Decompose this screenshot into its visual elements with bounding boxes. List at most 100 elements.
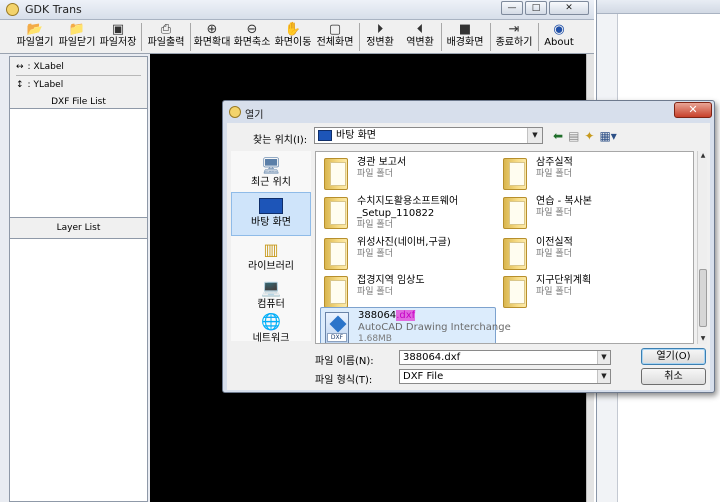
computer-icon: 💻: [261, 278, 281, 297]
place-recent[interactable]: 🖥 최근 위치: [231, 153, 311, 197]
file-name-base: 388064: [358, 310, 397, 321]
scroll-up-icon[interactable]: ▲: [699, 151, 707, 161]
folder-icon: [324, 158, 348, 190]
list-item[interactable]: 접경지역 임상도 파일 폴더: [324, 272, 494, 312]
toolbar-separator: [190, 23, 191, 51]
background-window-titlebar: [597, 0, 720, 14]
close-window-button[interactable]: ✕: [549, 1, 589, 15]
folder-icon: [503, 197, 527, 229]
filetype-select[interactable]: DXF File ▼: [399, 369, 611, 384]
place-desktop[interactable]: 바탕 화면: [231, 192, 311, 236]
place-network[interactable]: 🌐 네트워크: [231, 309, 311, 353]
save-file-label: 파일저장: [99, 37, 137, 48]
app-icon: [6, 3, 19, 16]
file-name: 연습 - 복사본: [536, 196, 592, 207]
maximize-button[interactable]: □: [525, 1, 547, 15]
y-arrows-icon: ↕: [16, 80, 24, 90]
close-file-label: 파일닫기: [58, 37, 96, 48]
look-in-dropdown[interactable]: 바탕 화면 ▼: [314, 127, 543, 144]
new-folder-icon[interactable]: ✦: [584, 129, 594, 143]
file-list: 경관 보고서 파일 폴더 수치지도활용소프트웨어 _Setup_110822 파…: [315, 151, 694, 344]
filename-input[interactable]: 388064.dxf ▼: [399, 350, 611, 365]
scroll-thumb[interactable]: [699, 269, 707, 327]
open-file-label: 파일열기: [16, 37, 54, 48]
exit-icon: ⇥: [508, 22, 520, 37]
file-type: 파일 폴더: [357, 287, 393, 297]
xlabel-row[interactable]: ↔: XLabel: [16, 59, 141, 75]
up-folder-icon[interactable]: ▤: [568, 129, 579, 143]
look-in-value: 바탕 화면: [336, 130, 376, 141]
file-name: 경관 보고서: [357, 157, 407, 168]
list-item[interactable]: 이전실적 파일 폴더: [503, 234, 673, 274]
toolbar-separator: [538, 23, 539, 51]
inverse-transform-button[interactable]: ⏴ 역변환: [402, 22, 438, 52]
back-icon[interactable]: ⬅: [553, 129, 563, 143]
screen: GDK Trans — □ ✕ 📂 파일열기 📁 파일닫기 ▣ 파일저장 ⎙ 파…: [0, 0, 720, 502]
list-item[interactable]: 지구단위계획 파일 폴더: [503, 272, 673, 312]
hand-icon: ✋: [284, 22, 302, 37]
background-button[interactable]: ■ 배경화면: [444, 22, 486, 52]
file-name-line2: _Setup_110822: [357, 208, 435, 219]
forward-transform-button[interactable]: ⏵ 정변환: [362, 22, 398, 52]
selected-file-name: 388064.dxf: [358, 310, 416, 322]
zoom-in-button[interactable]: ⊕ 화면확대: [192, 22, 232, 52]
view-menu-icon[interactable]: ▦▾: [599, 129, 616, 143]
label-settings: ↔: XLabel ↕: YLabel DXF File List: [10, 57, 147, 109]
places-bar: 🖥 최근 위치 바탕 화면 ▥ 라이브러리 💻 컴퓨터 🌐 네트워크: [231, 151, 311, 344]
open-file-button[interactable]: 📂 파일열기: [14, 22, 56, 52]
exit-button[interactable]: ⇥ 종료하기: [492, 22, 536, 52]
list-item[interactable]: 경관 보고서 파일 폴더: [324, 154, 494, 194]
look-in-label: 찾는 위치(I):: [253, 135, 308, 146]
exit-label: 종료하기: [495, 37, 533, 48]
x-arrows-icon: ↔: [16, 62, 24, 72]
dialog-title: 열기: [245, 110, 264, 121]
file-type: 파일 폴더: [536, 169, 572, 179]
list-item[interactable]: 삼주실적 파일 폴더: [503, 154, 673, 194]
background-icon: ■: [458, 22, 472, 37]
forward-transform-label: 정변환: [366, 37, 394, 48]
print-file-button[interactable]: ⎙ 파일출력: [145, 22, 187, 52]
print-icon: ⎙: [160, 22, 172, 37]
ylabel-text: : YLabel: [27, 80, 64, 90]
pan-button[interactable]: ✋ 화면이동: [273, 22, 313, 52]
list-item[interactable]: 위성사진(네이버,구글) 파일 폴더: [324, 234, 494, 274]
chevron-down-icon[interactable]: ▼: [597, 370, 610, 383]
dialog-app-icon: [229, 106, 241, 118]
recent-places-icon: 🖥: [260, 156, 282, 175]
file-list-scrollbar[interactable]: ▲ ▼: [697, 151, 707, 344]
list-item[interactable]: 수치지도활용소프트웨어 _Setup_110822 파일 폴더: [324, 193, 494, 233]
about-button[interactable]: ◉ About: [540, 22, 578, 52]
zoom-in-label: 화면확대: [193, 37, 231, 48]
place-recent-label: 최근 위치: [251, 177, 291, 188]
about-label: About: [544, 37, 574, 48]
file-type: 파일 폴더: [536, 249, 572, 259]
ylabel-row[interactable]: ↕: YLabel: [16, 77, 141, 93]
file-type: 파일 폴더: [536, 287, 572, 297]
scroll-down-icon[interactable]: ▼: [699, 334, 707, 344]
full-screen-button[interactable]: ▢ 전체화면: [314, 22, 356, 52]
list-item[interactable]: 연습 - 복사본 파일 폴더: [503, 193, 673, 233]
layer-list-header: Layer List: [10, 217, 147, 239]
zoom-out-button[interactable]: ⊖ 화면축소: [232, 22, 272, 52]
inverse-transform-label: 역변환: [406, 37, 434, 48]
file-name: 접경지역 임상도: [357, 275, 425, 286]
save-file-button[interactable]: ▣ 파일저장: [98, 22, 138, 52]
zoom-out-icon: ⊖: [246, 22, 258, 37]
minimize-button[interactable]: —: [501, 1, 523, 15]
file-name: 지구단위계획: [536, 275, 592, 286]
open-button[interactable]: 열기(O): [641, 348, 706, 365]
selected-file-item[interactable]: DXF 388064.dxf AutoCAD Drawing Interchan…: [320, 307, 511, 343]
dialog-close-button[interactable]: ✕: [674, 102, 712, 118]
dialog-body: 찾는 위치(I): 바탕 화면 ▼ ⬅ ▤ ✦ ▦▾ 🖥 최근 위치 바탕 화면 ▥: [227, 123, 710, 390]
save-icon: ▣: [111, 22, 125, 37]
file-name: 위성사진(네이버,구글): [357, 237, 451, 248]
place-desktop-label: 바탕 화면: [251, 217, 291, 228]
chevron-down-icon[interactable]: ▼: [527, 128, 542, 143]
close-file-button[interactable]: 📁 파일닫기: [56, 22, 98, 52]
cancel-button[interactable]: 취소: [641, 368, 706, 385]
chevron-down-icon[interactable]: ▼: [597, 351, 610, 364]
folder-icon: [324, 238, 348, 270]
left-panel: ↔: XLabel ↕: YLabel DXF File List Layer …: [9, 56, 148, 502]
full-screen-icon: ▢: [328, 22, 342, 37]
open-file-icon: 📂: [26, 22, 44, 37]
